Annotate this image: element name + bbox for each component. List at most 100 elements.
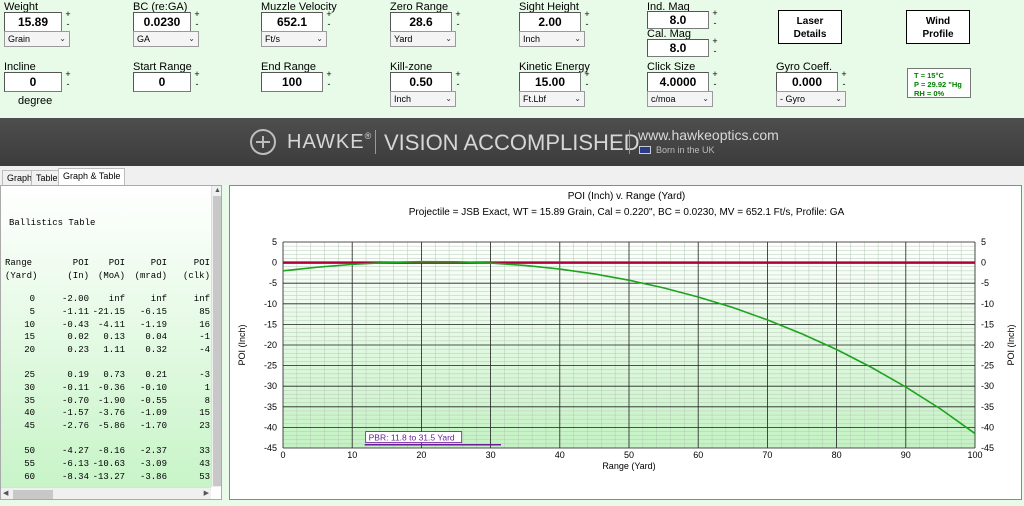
table-cell: inf — [193, 294, 210, 304]
banner-divider — [375, 130, 376, 154]
y-tick-label-right: 0 — [981, 258, 986, 268]
table-cell: -0.10 — [139, 382, 167, 393]
table-header-cell: (mrad) — [134, 271, 167, 281]
zero-range-field[interactable]: 28.6 — [390, 12, 452, 32]
ind-mag-field[interactable]: 8.0 — [647, 11, 709, 29]
table-header-cell: POI — [72, 258, 89, 268]
scroll-left-icon[interactable]: ◀ — [3, 489, 8, 497]
y-tick-label: -5 — [269, 278, 277, 288]
tab-graph-and-table[interactable]: Graph & Table — [58, 168, 126, 185]
gyro-select[interactable]: - Gyro ⌄ — [776, 91, 846, 107]
table-cell: 33 — [199, 446, 210, 456]
temperature-value: T = 15°C — [914, 71, 944, 80]
velocity-unit-select[interactable]: Ft/s ⌄ — [261, 31, 327, 47]
muzzle-velocity-field[interactable]: 652.1 — [261, 12, 323, 32]
sight-height-field[interactable]: 2.00 — [519, 12, 581, 32]
atmosphere-button[interactable]: T = 15°C P = 29.92 "Hg RH = 0% — [907, 68, 971, 98]
poi-range-chart: 0 10 20 30 40 50 60 70 80 90 1005 50 0-5 -5-10 -10-15-… — [237, 237, 1016, 471]
gyro-coeff-stepper[interactable]: + - — [840, 70, 848, 90]
table-cell: 0.19 — [67, 370, 89, 380]
table-range-cell: 15 — [24, 332, 35, 343]
weight-field[interactable]: 15.89 — [4, 12, 62, 32]
scroll-right-icon[interactable]: ▶ — [204, 489, 209, 497]
kinetic-energy-field[interactable]: 15.00 — [519, 72, 581, 92]
table-cell: -1.70 — [139, 421, 167, 432]
table-vertical-scrollbar[interactable]: ▲ — [211, 186, 221, 487]
y-tick-label: 5 — [272, 237, 277, 247]
table-cell: -4.11 — [97, 319, 125, 330]
table-horizontal-scrollbar[interactable]: ◀ ▶ — [1, 487, 211, 499]
weight-unit-select[interactable]: Grain ⌄ — [4, 31, 70, 47]
table-header-cell: POI — [150, 258, 167, 268]
laser-details-button[interactable]: Laser Details — [778, 10, 842, 44]
table-cell: 1.11 — [103, 345, 125, 356]
gyro-coeff-field[interactable]: 0.000 — [776, 72, 838, 92]
y-tick-label: -45 — [264, 443, 277, 453]
table-cell: -2.76 — [61, 421, 89, 432]
table-cell: 16 — [199, 319, 210, 330]
table-cell: -1.19 — [139, 319, 167, 330]
kill-zone-field[interactable]: 0.50 — [390, 72, 452, 92]
cal-mag-field[interactable]: 8.0 — [647, 39, 709, 57]
y-tick-label: -25 — [264, 361, 277, 371]
start-range-field[interactable]: 0 — [133, 72, 191, 92]
start-range-stepper[interactable]: + - — [193, 70, 201, 90]
x-tick-label: 30 — [486, 450, 496, 460]
energy-unit-select[interactable]: Ft.Lbf ⌄ — [519, 91, 585, 107]
x-tick-label: 90 — [901, 450, 911, 460]
table-cell: 0.02 — [67, 332, 89, 343]
y-tick-label-right: -5 — [981, 278, 989, 288]
y-tick-label: -15 — [264, 319, 277, 329]
table-cell: -2.37 — [139, 446, 167, 456]
scroll-thumb[interactable] — [13, 490, 53, 499]
y-tick-label: -30 — [264, 381, 277, 391]
table-header-cell: (In) — [67, 271, 89, 281]
table-range-cell: 60 — [24, 471, 35, 482]
table-header-cell: POI — [108, 258, 125, 268]
cal-mag-stepper[interactable]: + - — [711, 37, 719, 57]
end-range-stepper[interactable]: + - — [325, 70, 333, 90]
end-range-field[interactable]: 100 — [261, 72, 323, 92]
table-range-cell: 25 — [24, 370, 35, 380]
kill-zone-stepper[interactable]: + - — [454, 70, 462, 90]
zero-range-stepper[interactable]: + - — [454, 10, 462, 30]
bc-stepper[interactable]: + - — [193, 10, 201, 30]
kinetic-energy-stepper[interactable]: + - — [583, 70, 591, 90]
y-tick-label-right: 5 — [981, 237, 986, 247]
incline-field[interactable]: 0 — [4, 72, 62, 92]
table-range-cell: 30 — [24, 382, 35, 393]
zero-range-unit-select[interactable]: Yard ⌄ — [390, 31, 456, 47]
weight-stepper[interactable]: + - — [64, 10, 72, 30]
click-size-field[interactable]: 4.0000 — [647, 72, 709, 92]
y-tick-label-right: -45 — [981, 443, 994, 453]
bc-profile-select[interactable]: GA ⌄ — [133, 31, 199, 47]
wind-profile-button[interactable]: Wind Profile — [906, 10, 970, 44]
table-cell: 0.73 — [103, 370, 125, 380]
click-unit-select[interactable]: c/moa ⌄ — [647, 91, 713, 107]
y-tick-label: -40 — [264, 422, 277, 432]
table-cell: 15 — [199, 408, 210, 419]
table-cell: -0.36 — [97, 382, 125, 393]
table-range-cell: 20 — [24, 345, 35, 356]
table-cell: -8.34 — [61, 471, 89, 482]
table-cell: -3 — [199, 370, 210, 380]
table-range-cell: 0 — [29, 294, 35, 304]
kill-zone-unit-select[interactable]: Inch ⌄ — [390, 91, 456, 107]
muzzle-velocity-stepper[interactable]: + - — [325, 10, 333, 30]
sight-height-stepper[interactable]: + - — [583, 10, 591, 30]
table-cell: 0.23 — [67, 345, 89, 356]
click-size-stepper[interactable]: + - — [711, 70, 719, 90]
y-tick-label-right: -15 — [981, 319, 994, 329]
ballistics-table: Ballistics Table Range (Yard) POI (In) POI (M… — [1, 186, 211, 487]
ind-mag-stepper[interactable]: + - — [711, 9, 719, 29]
y-tick-label: -10 — [264, 299, 277, 309]
table-cell: 53 — [199, 471, 210, 482]
scroll-up-icon[interactable]: ▲ — [214, 187, 221, 194]
table-range-cell: 50 — [24, 446, 35, 456]
table-header-cell: (MoA) — [97, 271, 125, 281]
table-cell: 0.32 — [145, 345, 167, 356]
incline-stepper[interactable]: + - — [64, 70, 72, 90]
scroll-thumb[interactable] — [213, 196, 221, 486]
bc-field[interactable]: 0.0230 — [133, 12, 191, 32]
sight-height-unit-select[interactable]: Inch ⌄ — [519, 31, 585, 47]
